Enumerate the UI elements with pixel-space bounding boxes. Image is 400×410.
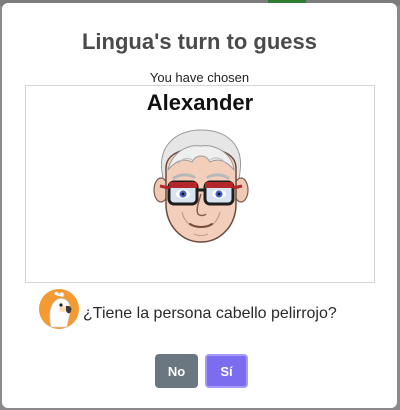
chosen-person-card: Alexander [25, 85, 375, 283]
person-portrait-icon [153, 129, 249, 243]
question-row: ¿Tiene la persona cabello pelirrojo? [39, 289, 379, 333]
dialog-title: Lingua's turn to guess [81, 29, 318, 54]
chosen-label: You have chosen [149, 70, 250, 85]
yes-button[interactable]: Sí [205, 354, 248, 388]
guess-dialog: Lingua's turn to guess You have chosen A… [2, 3, 397, 408]
question-text: ¿Tiene la persona cabello pelirrojo? [83, 305, 337, 322]
cockatoo-avatar-icon [39, 289, 79, 329]
no-button[interactable]: No [155, 354, 198, 388]
chosen-person-name: Alexander [146, 90, 254, 115]
